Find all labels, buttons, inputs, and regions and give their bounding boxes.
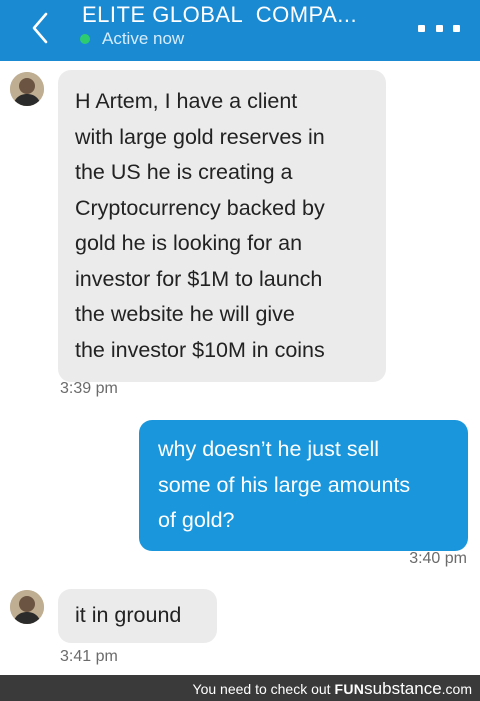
message-line: investor for $1M to launch <box>75 266 323 291</box>
message-line: the US he is creating a <box>75 160 293 184</box>
watermark-brand-tld: .com <box>441 681 472 697</box>
more-dot-icon <box>418 24 425 32</box>
more-dot-icon <box>453 24 460 32</box>
watermark-brand-sub: substance <box>364 679 442 698</box>
message-line: with large gold reserves in <box>75 124 325 149</box>
message-bubble-incoming[interactable]: H Artem, I have a client with large gold… <box>58 70 386 382</box>
message-line: the website he will give <box>75 302 295 326</box>
message-timestamp: 3:40 pm <box>409 550 467 567</box>
watermark-bar: You need to check out FUNsubstance.com <box>0 675 480 701</box>
more-options-button[interactable] <box>418 16 460 40</box>
message-line: some of his large amounts <box>158 472 411 497</box>
back-button[interactable] <box>24 6 56 50</box>
chat-header: ELITE GLOBAL COMPA... Active now <box>0 0 480 61</box>
online-indicator-icon <box>80 34 90 44</box>
contact-avatar[interactable] <box>10 590 44 624</box>
message-line: Cryptocurrency backed by <box>75 195 325 220</box>
watermark-text: You need to check out FUNsubstance.com <box>193 679 472 699</box>
message-line: it in ground <box>75 603 182 627</box>
message-line: why doesn’t he just sell <box>158 437 380 461</box>
message-bubble-incoming[interactable]: it in ground <box>58 589 217 643</box>
contact-avatar[interactable] <box>10 72 44 106</box>
avatar-image <box>10 72 44 106</box>
watermark-lead: You need to check out <box>192 681 331 697</box>
chevron-left-icon <box>32 12 48 44</box>
message-line: H Artem, I have a client <box>75 89 298 113</box>
watermark-brand-fun: FUN <box>334 681 365 697</box>
message-bubble-outgoing[interactable]: why doesn’t he just sell some of his lar… <box>139 420 468 551</box>
avatar-image <box>10 590 44 624</box>
message-line: the investor $10M in coins <box>75 337 325 362</box>
more-dot-icon <box>435 24 443 32</box>
presence-label: Active now <box>102 29 185 48</box>
conversation-title[interactable]: ELITE GLOBAL COMPA... <box>82 2 357 28</box>
chat-screen: ELITE GLOBAL COMPA... Active now H Artem… <box>0 0 480 701</box>
message-line: of gold? <box>158 508 235 532</box>
presence-status: Active now <box>80 29 184 49</box>
message-timestamp: 3:39 pm <box>60 380 118 397</box>
message-line: gold he is looking for an <box>75 231 303 255</box>
message-timestamp: 3:41 pm <box>60 648 118 665</box>
